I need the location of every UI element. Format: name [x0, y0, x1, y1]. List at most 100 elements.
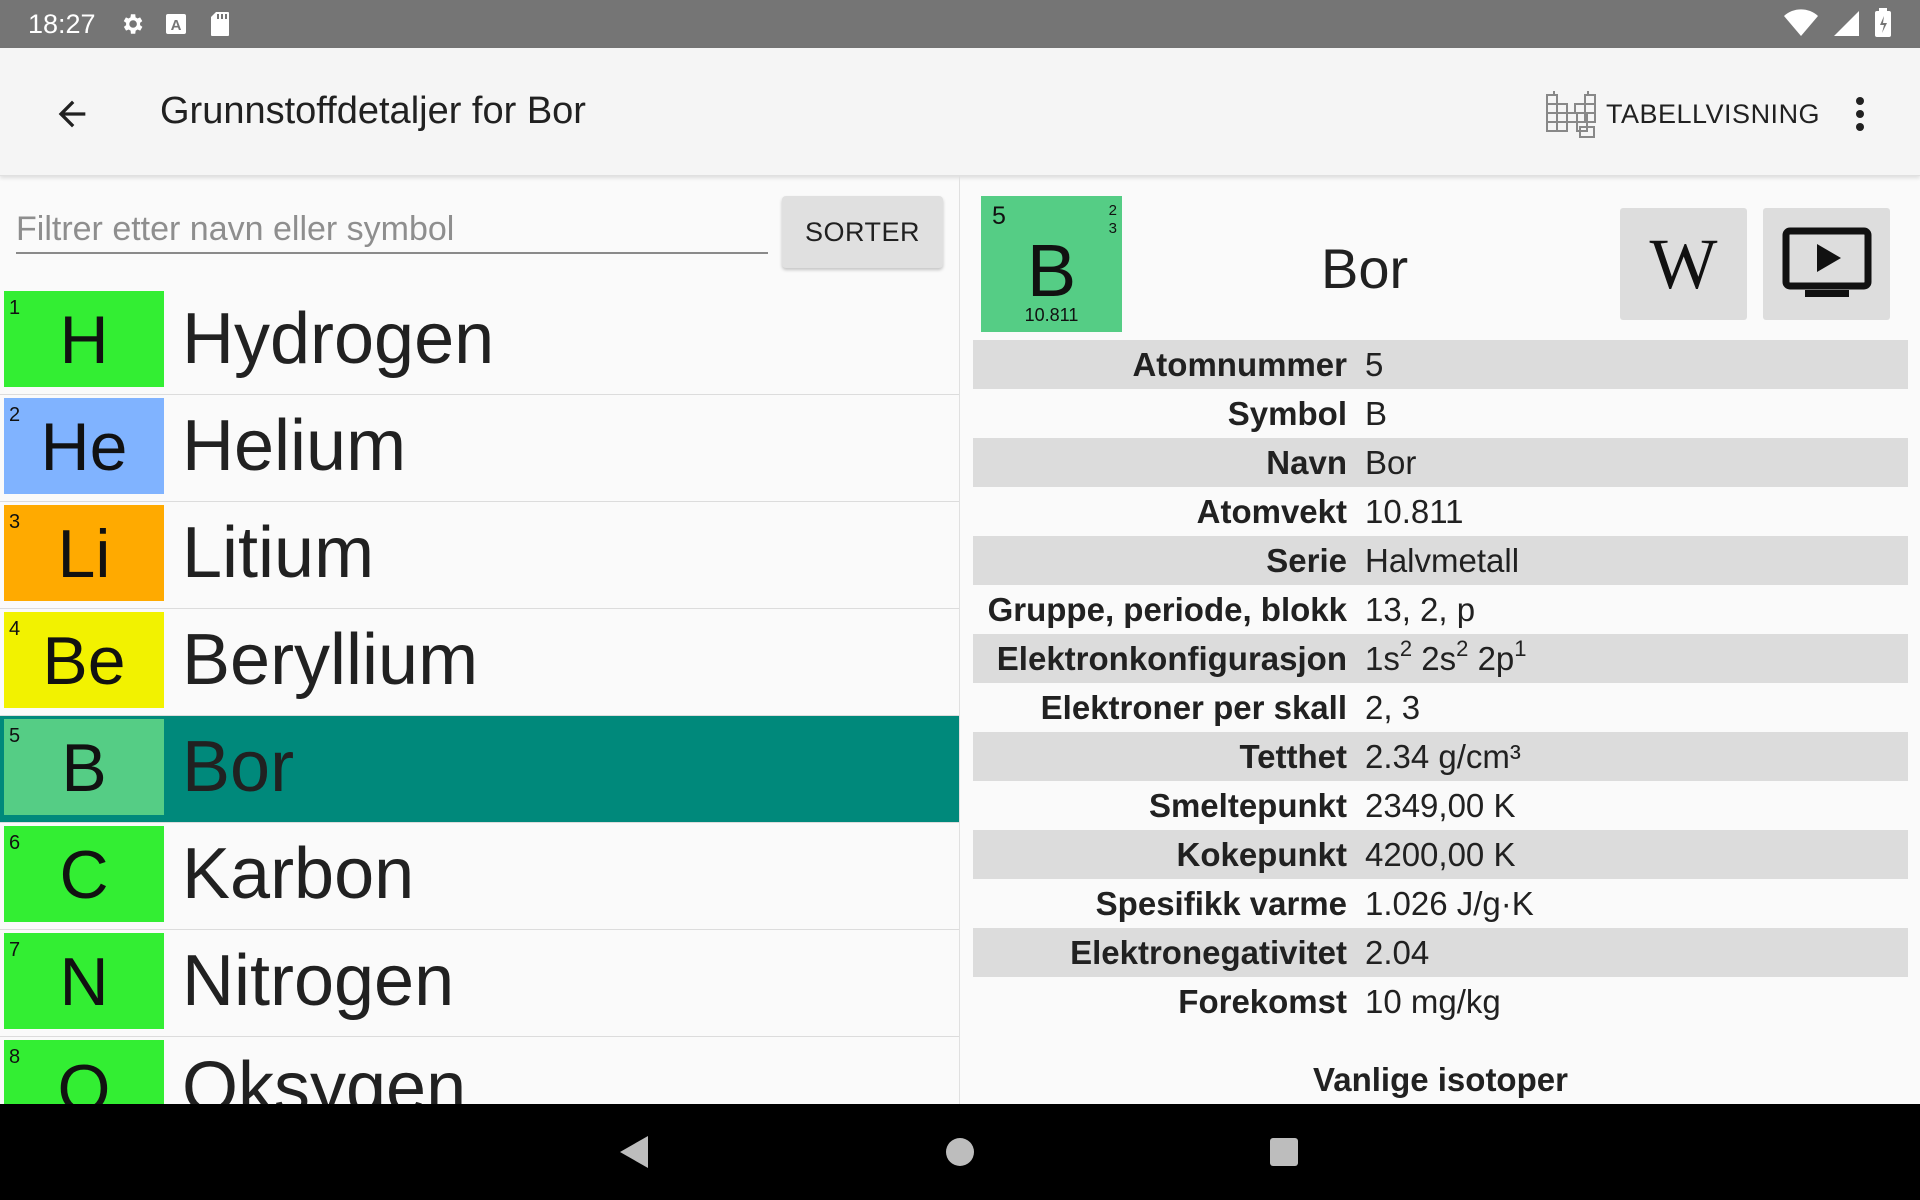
property-value: Bor: [1365, 443, 1417, 481]
property-value: 5: [1365, 345, 1384, 383]
page-title: Grunnstoffdetaljer for Bor: [160, 90, 586, 132]
periodic-table-icon: [1546, 91, 1596, 138]
element-name: Litium: [182, 513, 375, 593]
property-value: 4200,00 K: [1365, 835, 1516, 873]
property-label: Gruppe, periode, blokk: [987, 590, 1347, 628]
recents-square-icon: [1270, 1138, 1298, 1166]
property-label: Tetthet: [1239, 737, 1347, 775]
tile-shell-1: 2: [1108, 202, 1117, 219]
element-name: Oksygen: [182, 1048, 467, 1104]
property-label: Elektronegativitet: [1070, 933, 1347, 971]
wifi-icon: [1784, 9, 1818, 42]
property-value: 2, 3: [1365, 688, 1421, 726]
nav-recents-button[interactable]: [1262, 1130, 1306, 1174]
element-name: Helium: [182, 406, 407, 486]
property-row: Elektroner per skall 2, 3: [973, 683, 1908, 732]
element-tile: 8O: [4, 1040, 164, 1104]
element-name: Beryllium: [182, 620, 479, 700]
config-term: 2s2: [1421, 635, 1469, 677]
table-view-label: TABELLVISNING: [1606, 98, 1821, 129]
overflow-menu-button[interactable]: [1844, 88, 1876, 140]
element-list-item[interactable]: 3 Li Litium: [0, 502, 959, 609]
property-label: Spesifikk varme: [1095, 884, 1347, 922]
wikipedia-icon: W: [1649, 223, 1718, 304]
property-value: 1.026 J/g·K: [1365, 884, 1534, 922]
filter-input[interactable]: [16, 206, 768, 254]
video-play-icon: [1782, 227, 1871, 297]
gear-icon: [118, 10, 146, 38]
property-row: Elektronegativitet 2.04: [973, 928, 1908, 977]
element-list-item[interactable]: 7 N Nitrogen: [0, 930, 959, 1037]
property-row: Forekomst 10 mg/kg: [973, 977, 1908, 1026]
status-right-icons: [1784, 8, 1892, 43]
property-row: Symbol B: [973, 389, 1908, 438]
element-list-item[interactable]: 2 He Helium: [0, 395, 959, 502]
property-row: Atomvekt 10.811: [973, 487, 1908, 536]
nav-home-button[interactable]: [938, 1130, 982, 1174]
video-button[interactable]: [1763, 208, 1890, 320]
property-label: Symbol: [1227, 394, 1347, 432]
element-tile: 2 He: [4, 398, 164, 494]
element-name: Karbon: [182, 834, 415, 914]
element-symbol: H: [59, 302, 109, 378]
navigation-bar: [0, 1104, 1920, 1200]
element-list-item[interactable]: 5 B Bor: [0, 716, 959, 823]
tile-symbol: B: [1026, 229, 1077, 312]
tile-atomic-number: 5: [992, 202, 1006, 230]
property-value: 1s2 2s2 2p1: [1365, 635, 1527, 678]
element-symbol: N: [59, 944, 109, 1020]
element-symbol: B: [61, 730, 107, 806]
property-row: Atomnummer 5: [973, 340, 1908, 389]
more-vert-icon: [1856, 97, 1864, 131]
element-name: Bor: [1321, 237, 1409, 300]
element-symbol: He: [40, 409, 128, 485]
app-bar: Grunnstoffdetaljer for Bor TABELLVISNING: [0, 48, 1920, 176]
signal-icon: [1832, 9, 1860, 42]
sort-button[interactable]: SORTER: [782, 196, 943, 268]
property-row: Gruppe, periode, blokk 13, 2, p: [973, 585, 1908, 634]
property-value: 2.04: [1365, 933, 1430, 971]
element-symbol: C: [59, 837, 109, 913]
property-value: 13, 2, p: [1365, 590, 1476, 628]
property-value: 2349,00 K: [1365, 786, 1516, 824]
element-list-item[interactable]: 6 C Karbon: [0, 823, 959, 930]
property-value: Halvmetall: [1365, 541, 1520, 579]
arrow-back-icon: [58, 100, 86, 128]
property-label: Smeltepunkt: [1148, 786, 1347, 824]
config-term: 2p1: [1477, 635, 1527, 677]
element-tile: 5B: [4, 719, 164, 815]
property-label: Kokepunkt: [1176, 835, 1347, 873]
property-value: 10.811: [1365, 492, 1464, 530]
wikipedia-button[interactable]: W: [1620, 208, 1747, 320]
element-list-item[interactable]: 8 O Oksygen: [0, 1037, 959, 1104]
tile-mass: 10.811: [1024, 305, 1079, 325]
table-view-button[interactable]: TABELLVISNING: [1544, 88, 1820, 140]
element-tile: 5 2 3 B 10.811: [981, 196, 1122, 332]
config-term: 1s2: [1365, 635, 1413, 677]
element-list-item[interactable]: 4 Be Beryllium: [0, 609, 959, 716]
property-label: Serie: [1266, 541, 1347, 579]
element-tile: 3 Li: [4, 505, 164, 601]
element-list: 1 H Hydrogen 2 He Helium 3 Li Litium 4 Be Beryllium…: [0, 288, 959, 1104]
property-label: Atomnummer: [1132, 345, 1347, 383]
back-button[interactable]: [46, 88, 98, 140]
home-circle-icon: [946, 1138, 974, 1166]
status-bar: 18:27 A: [0, 0, 1920, 48]
property-row: Spesifikk varme 1.026 J/g·K: [973, 879, 1908, 928]
nav-back-button[interactable]: [612, 1130, 656, 1174]
text-a-icon: A: [162, 10, 190, 38]
property-label: Elektronkonfigurasjon: [996, 639, 1347, 677]
element-symbol: Be: [42, 623, 126, 699]
back-triangle-icon: [620, 1136, 648, 1168]
status-time: 18:27: [28, 8, 96, 39]
svg-text:A: A: [170, 17, 181, 34]
property-label: Navn: [1266, 443, 1347, 481]
property-value: 2.34 g/cm³: [1365, 737, 1521, 775]
element-list-item[interactable]: 1 H Hydrogen: [0, 288, 959, 395]
property-table: Atomnummer 5 Symbol B Navn Bor Atomvekt 10.811 S…: [973, 340, 1908, 1026]
property-value: 10 mg/kg: [1365, 982, 1501, 1020]
element-detail-pane: 5 2 3 B 10.811 Bor W Atomnummer 5 Symbol B N…: [961, 176, 1920, 1104]
property-label: Forekomst: [1178, 982, 1347, 1020]
element-name: Bor: [182, 727, 295, 807]
element-tile: 4 Be: [4, 612, 164, 708]
